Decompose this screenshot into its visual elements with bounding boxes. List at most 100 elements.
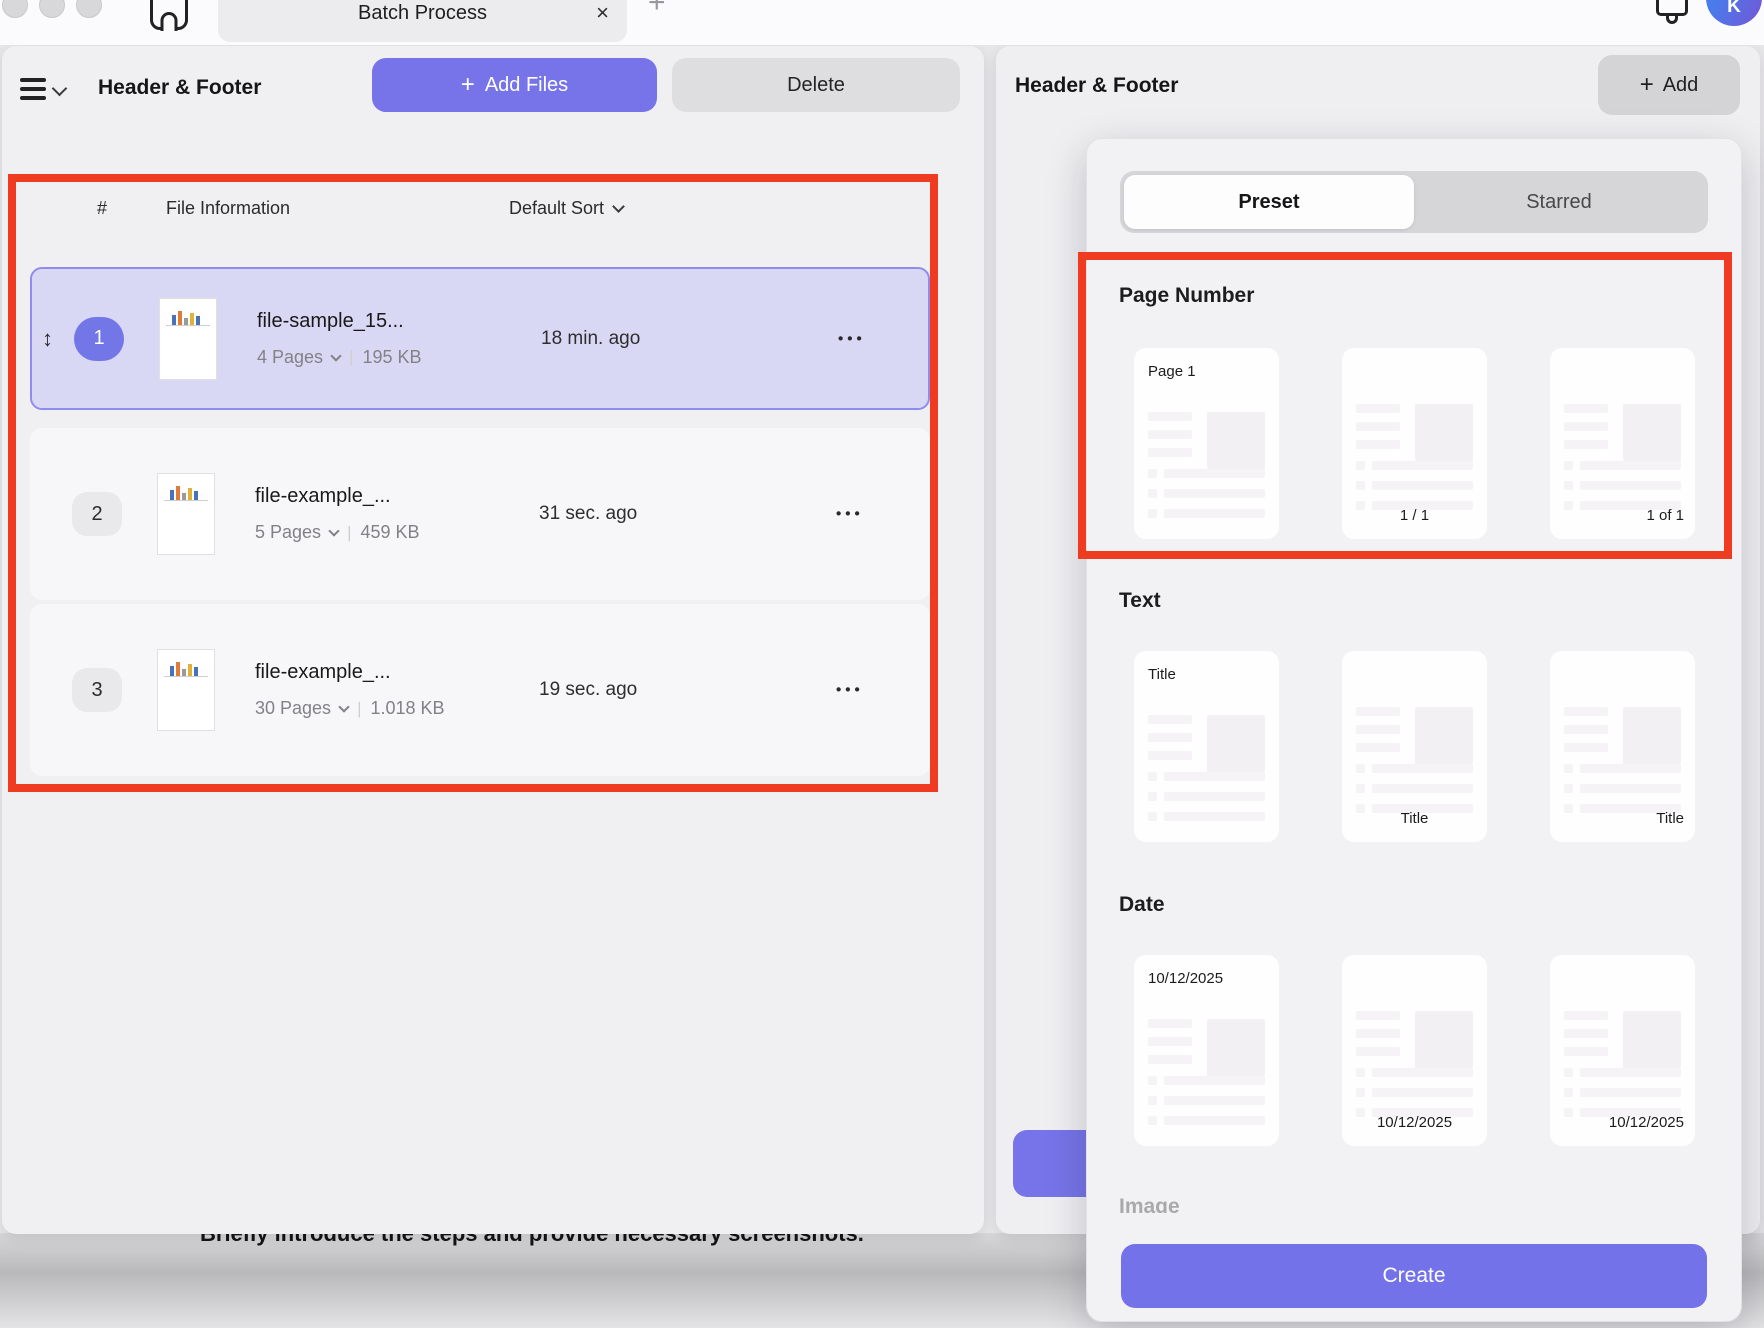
file-name: file-sample_15...	[257, 310, 422, 333]
title-bar: Batch Process × + K	[0, 0, 1764, 45]
bell-clapper	[1666, 16, 1678, 24]
app-window: Briefly introduce the steps and provide …	[0, 0, 1764, 1328]
file-info: file-example_... 5 Pages | 459 KB	[255, 485, 420, 543]
preset-card[interactable]: 1 of 1	[1550, 348, 1695, 539]
preset-card-skeleton	[1148, 412, 1265, 529]
add-files-label: Add Files	[485, 74, 568, 97]
preset-card-label: Title	[1148, 666, 1176, 683]
file-thumbnail	[157, 649, 215, 731]
section-heading: Text	[1119, 589, 1161, 613]
add-files-button[interactable]: + Add Files	[372, 58, 657, 112]
drag-handle-icon[interactable]: ↕	[42, 326, 53, 352]
home-icon[interactable]	[150, 0, 188, 30]
meta-separator: |	[349, 347, 353, 367]
delete-button[interactable]: Delete	[672, 58, 960, 112]
thumbnail-chart	[164, 485, 208, 501]
preset-card[interactable]: 10/12/2025	[1342, 955, 1487, 1146]
file-size: 1.018 KB	[370, 698, 444, 719]
user-avatar[interactable]: K	[1706, 0, 1762, 26]
sort-chevron-down-icon	[612, 200, 625, 213]
file-time-ago: 19 sec. ago	[539, 679, 637, 701]
new-tab-icon[interactable]: +	[648, 0, 666, 20]
add-preset-button[interactable]: + Add	[1598, 55, 1740, 115]
pages-chevron-down-icon[interactable]	[338, 701, 349, 712]
row-index-badge: 3	[72, 668, 122, 712]
plus-icon: +	[461, 73, 475, 97]
file-list-panel: Header & Footer + Add Files Delete # Fil…	[2, 46, 984, 1234]
preset-card-label: 10/12/2025	[1377, 1114, 1452, 1131]
pages-chevron-down-icon[interactable]	[328, 525, 339, 536]
window-close-button[interactable]	[2, 0, 28, 18]
preset-card-skeleton	[1564, 1011, 1681, 1128]
create-button[interactable]: Create	[1121, 1244, 1707, 1308]
sort-dropdown[interactable]: Default Sort	[509, 198, 623, 219]
menu-icon[interactable]	[20, 78, 46, 100]
preset-card-label: 10/12/2025	[1609, 1114, 1684, 1131]
file-name: file-example_...	[255, 661, 445, 684]
section-heading: Date	[1119, 893, 1165, 917]
create-label: Create	[1382, 1264, 1445, 1288]
add-label: Add	[1663, 74, 1699, 97]
file-info: file-example_... 30 Pages | 1.018 KB	[255, 661, 445, 719]
preset-card[interactable]: 1 / 1	[1342, 348, 1487, 539]
file-thumbnail	[157, 473, 215, 555]
file-row[interactable]: ↕ 1 file-sample_15... 4 Pages | 195 KB 18…	[30, 267, 930, 410]
preset-card-label: Title	[1656, 810, 1684, 827]
file-row[interactable]: 3 file-example_... 30 Pages | 1.018 KB 1…	[30, 604, 930, 776]
preset-card[interactable]: Title	[1134, 651, 1279, 842]
preset-card-skeleton	[1356, 1011, 1473, 1128]
left-panel-title: Header & Footer	[98, 76, 261, 100]
preset-card-skeleton	[1148, 715, 1265, 832]
preset-card[interactable]: Page 1	[1134, 348, 1279, 539]
column-header-index: #	[97, 198, 107, 219]
preset-dialog: Preset Starred Page Number Page 1 1 / 1 …	[1086, 138, 1742, 1322]
file-row[interactable]: 2 file-example_... 5 Pages | 459 KB 31 s…	[30, 428, 930, 600]
preset-card-skeleton	[1356, 707, 1473, 824]
section-heading: Page Number	[1119, 284, 1254, 308]
row-index-badge: 2	[72, 492, 122, 536]
meta-separator: |	[357, 699, 361, 719]
preset-card[interactable]: 10/12/2025	[1134, 955, 1279, 1146]
file-info: file-sample_15... 4 Pages | 195 KB	[257, 310, 422, 368]
preset-card-skeleton	[1356, 404, 1473, 521]
preset-card[interactable]: Title	[1342, 651, 1487, 842]
preset-card[interactable]: 10/12/2025	[1550, 955, 1695, 1146]
file-pages: 30 Pages	[255, 698, 331, 719]
file-size: 195 KB	[362, 347, 421, 368]
file-pages: 4 Pages	[257, 347, 323, 368]
image-section-heading-clipped: Image	[1119, 1195, 1180, 1213]
window-zoom-button[interactable]	[76, 0, 102, 18]
tab-batch-process[interactable]: Batch Process ×	[218, 0, 627, 42]
thumbnail-chart	[166, 310, 210, 326]
preset-card-skeleton	[1148, 1019, 1265, 1136]
file-time-ago: 18 min. ago	[541, 328, 640, 350]
preset-starred-tabs: Preset Starred	[1120, 171, 1708, 233]
notification-bell-icon[interactable]	[1656, 0, 1688, 16]
tab-starred[interactable]: Starred	[1414, 175, 1704, 229]
thumbnail-chart	[164, 661, 208, 677]
meta-separator: |	[347, 523, 351, 543]
preset-card-label: 1 of 1	[1646, 507, 1684, 524]
file-pages: 5 Pages	[255, 522, 321, 543]
row-more-menu-icon[interactable]: •••	[836, 682, 864, 699]
tab-close-icon[interactable]: ×	[596, 2, 609, 24]
plus-icon: +	[1640, 73, 1654, 97]
preset-card[interactable]: Title	[1550, 651, 1695, 842]
preset-card-label: 1 / 1	[1400, 507, 1429, 524]
preset-card-label: Title	[1401, 810, 1429, 827]
pages-chevron-down-icon[interactable]	[330, 350, 341, 361]
preset-card-skeleton	[1564, 404, 1681, 521]
preset-card-skeleton	[1564, 707, 1681, 824]
file-size: 459 KB	[360, 522, 419, 543]
preset-card-label: 10/12/2025	[1148, 970, 1223, 987]
row-more-menu-icon[interactable]: •••	[838, 330, 866, 347]
tab-preset[interactable]: Preset	[1124, 175, 1414, 229]
window-minimize-button[interactable]	[39, 0, 65, 18]
preset-card-label: Page 1	[1148, 363, 1196, 380]
file-time-ago: 31 sec. ago	[539, 503, 637, 525]
column-header-file-information: File Information	[166, 198, 290, 219]
row-more-menu-icon[interactable]: •••	[836, 506, 864, 523]
tab-title: Batch Process	[358, 2, 487, 25]
menu-chevron-down-icon[interactable]	[52, 81, 68, 97]
row-index-badge: 1	[74, 317, 124, 361]
